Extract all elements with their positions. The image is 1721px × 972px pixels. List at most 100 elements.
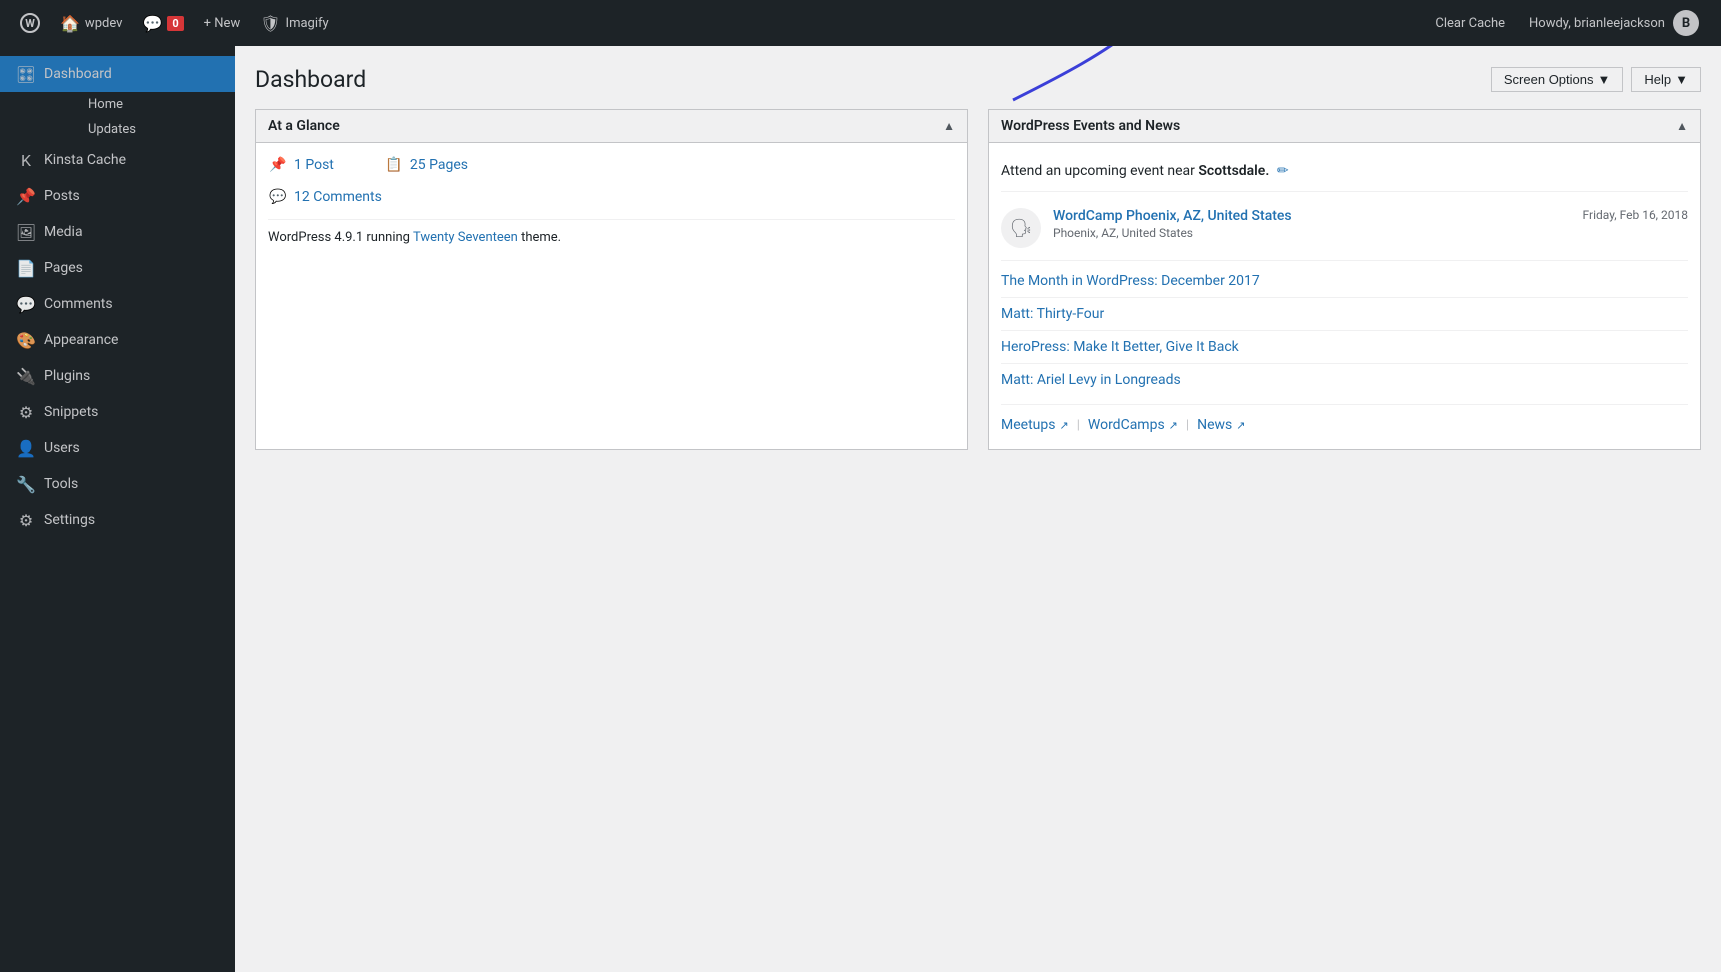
pages-glance-link[interactable]: 📋 25 Pages [384,155,468,175]
comments-glance-link[interactable]: 💬 12 Comments [268,187,382,207]
news-link-3[interactable]: Matt: Ariel Levy in Longreads [1001,364,1688,396]
sidebar-item-home[interactable]: Home [44,92,235,117]
imagify-button[interactable]: 🛡 Imagify [250,0,338,46]
sidebar-item-updates[interactable]: Updates [44,117,235,142]
clear-cache-button[interactable]: Clear Cache [1423,0,1517,46]
home-icon: 🏠 [60,14,80,33]
meetups-link[interactable]: Meetups ↗ [1001,417,1069,433]
sidebar-item-settings[interactable]: ⚙ Settings [0,502,235,538]
news-section: The Month in WordPress: December 2017 Ma… [1001,265,1688,396]
pages-label: Pages [44,260,83,276]
wp-version-prefix: WordPress 4.9.1 running [268,230,413,245]
sidebar-item-dashboard[interactable]: 🎛 Dashboard [0,56,235,92]
at-a-glance-toggle[interactable]: ▲ [943,119,955,133]
home-sub-label: Home [88,97,123,112]
site-name-label: wpdev [85,16,123,31]
event-date: Friday, Feb 16, 2018 [1583,208,1688,222]
users-label: Users [44,440,80,456]
theme-suffix: theme. [518,230,561,245]
event-item: 🗣 WordCamp Phoenix, AZ, United States Ph… [1001,196,1688,261]
snippets-icon: ⚙ [16,402,36,422]
pages-count: 25 Pages [410,157,468,173]
news-link-1[interactable]: Matt: Thirty-Four [1001,298,1688,331]
sidebar-item-appearance[interactable]: 🎨 Appearance [0,322,235,358]
comments-menu-icon: 💬 [16,294,36,314]
imagify-label: Imagify [286,16,329,31]
wp-events-body: Attend an upcoming event near Scottsdale… [989,143,1700,449]
media-label: Media [44,224,83,240]
pages-glance-icon: 📋 [384,155,404,175]
city-name: Scottsdale. [1198,163,1269,179]
wp-events-toggle[interactable]: ▲ [1676,119,1688,133]
tools-label: Tools [44,476,78,492]
news-link-footer[interactable]: News ↗ [1197,417,1245,433]
wp-logo-button[interactable]: W [10,0,50,46]
attend-prefix: Attend an upcoming event near [1001,163,1198,179]
event-details: WordCamp Phoenix, AZ, United States Phoe… [1053,208,1571,240]
screen-options-label: Screen Options [1504,72,1594,87]
event-avatar-icon: 🗣 [1001,208,1041,248]
pages-icon: 📄 [16,258,36,278]
header-actions: Screen Options ▼ Help ▼ [1483,67,1701,92]
sidebar-item-kinsta-cache[interactable]: K Kinsta Cache [0,142,235,178]
screen-options-arrow-icon: ▼ [1598,72,1611,87]
sidebar-item-snippets[interactable]: ⚙ Snippets [0,394,235,430]
new-button[interactable]: + New [194,0,251,46]
wp-events-widget: WordPress Events and News ▲ Attend an up… [988,109,1701,450]
event-title-link[interactable]: WordCamp Phoenix, AZ, United States [1053,208,1292,224]
screen-options-button[interactable]: Screen Options ▼ [1491,67,1623,92]
updates-sub-label: Updates [88,122,136,137]
theme-link[interactable]: Twenty Seventeen [413,230,518,245]
at-a-glance-widget: At a Glance ▲ 📌 1 Post 📋 25 Pages [255,109,968,450]
kinsta-cache-label: Kinsta Cache [44,152,126,168]
wordcamps-label: WordCamps [1088,417,1165,433]
attend-text: Attend an upcoming event near Scottsdale… [1001,155,1688,192]
howdy-button[interactable]: Howdy, brianleejackson B [1517,0,1711,46]
help-button[interactable]: Help ▼ [1631,67,1701,92]
new-label: + New [204,16,241,31]
posts-count: 1 Post [294,157,334,173]
sidebar-item-plugins[interactable]: 🔌 Plugins [0,358,235,394]
wp-logo-icon: W [20,13,40,33]
sidebar-item-pages[interactable]: 📄 Pages [0,250,235,286]
posts-glance-link[interactable]: 📌 1 Post [268,155,334,175]
posts-label: Posts [44,188,80,204]
howdy-text: Howdy, brianleejackson [1529,16,1665,31]
dashboard-grid: At a Glance ▲ 📌 1 Post 📋 25 Pages [255,109,1701,450]
help-label: Help [1644,72,1671,87]
comments-glance-icon: 💬 [268,187,288,207]
tools-icon: 🔧 [16,474,36,494]
wp-events-header: WordPress Events and News ▲ [989,110,1700,143]
news-link-2[interactable]: HeroPress: Make It Better, Give It Back [1001,331,1688,364]
imagify-shield-icon: 🛡 [260,14,280,33]
news-link-0[interactable]: The Month in WordPress: December 2017 [1001,265,1688,298]
page-title: Dashboard [255,66,366,93]
edit-city-button[interactable]: ✏ [1277,163,1289,179]
meetups-label: Meetups [1001,417,1055,433]
plugins-label: Plugins [44,368,90,384]
comments-menu-label: Comments [44,296,113,312]
dashboard-icon: 🎛 [16,64,36,84]
clear-cache-label: Clear Cache [1435,16,1505,31]
user-avatar: B [1673,10,1699,36]
sidebar-item-tools[interactable]: 🔧 Tools [0,466,235,502]
sidebar-item-posts[interactable]: 📌 Posts [0,178,235,214]
site-name-button[interactable]: 🏠 wpdev [50,0,132,46]
settings-label: Settings [44,512,95,528]
sidebar-item-media[interactable]: 🖼 Media [0,214,235,250]
dashboard-label: Dashboard [44,66,112,82]
comments-button[interactable]: 💬 0 [132,0,193,46]
sidebar-item-comments[interactable]: 💬 Comments [0,286,235,322]
footer-links: Meetups ↗ | WordCamps ↗ | News ↗ [1001,404,1688,437]
admin-bar: W 🏠 wpdev 💬 0 + New 🛡 Imagify Clear Cach… [0,0,1721,46]
wordcamps-link[interactable]: WordCamps ↗ [1088,417,1178,433]
appearance-icon: 🎨 [16,330,36,350]
help-arrow-icon: ▼ [1675,72,1688,87]
media-icon: 🖼 [16,222,36,242]
comments-icon: 💬 [142,14,162,33]
sidebar-item-users[interactable]: 👤 Users [0,430,235,466]
at-a-glance-header: At a Glance ▲ [256,110,967,143]
at-a-glance-body: 📌 1 Post 📋 25 Pages 💬 12 Comments [256,143,967,257]
event-location: Phoenix, AZ, United States [1053,226,1571,240]
sidebar: 🎛 Dashboard Home Updates K Kinsta Cache … [0,46,235,972]
